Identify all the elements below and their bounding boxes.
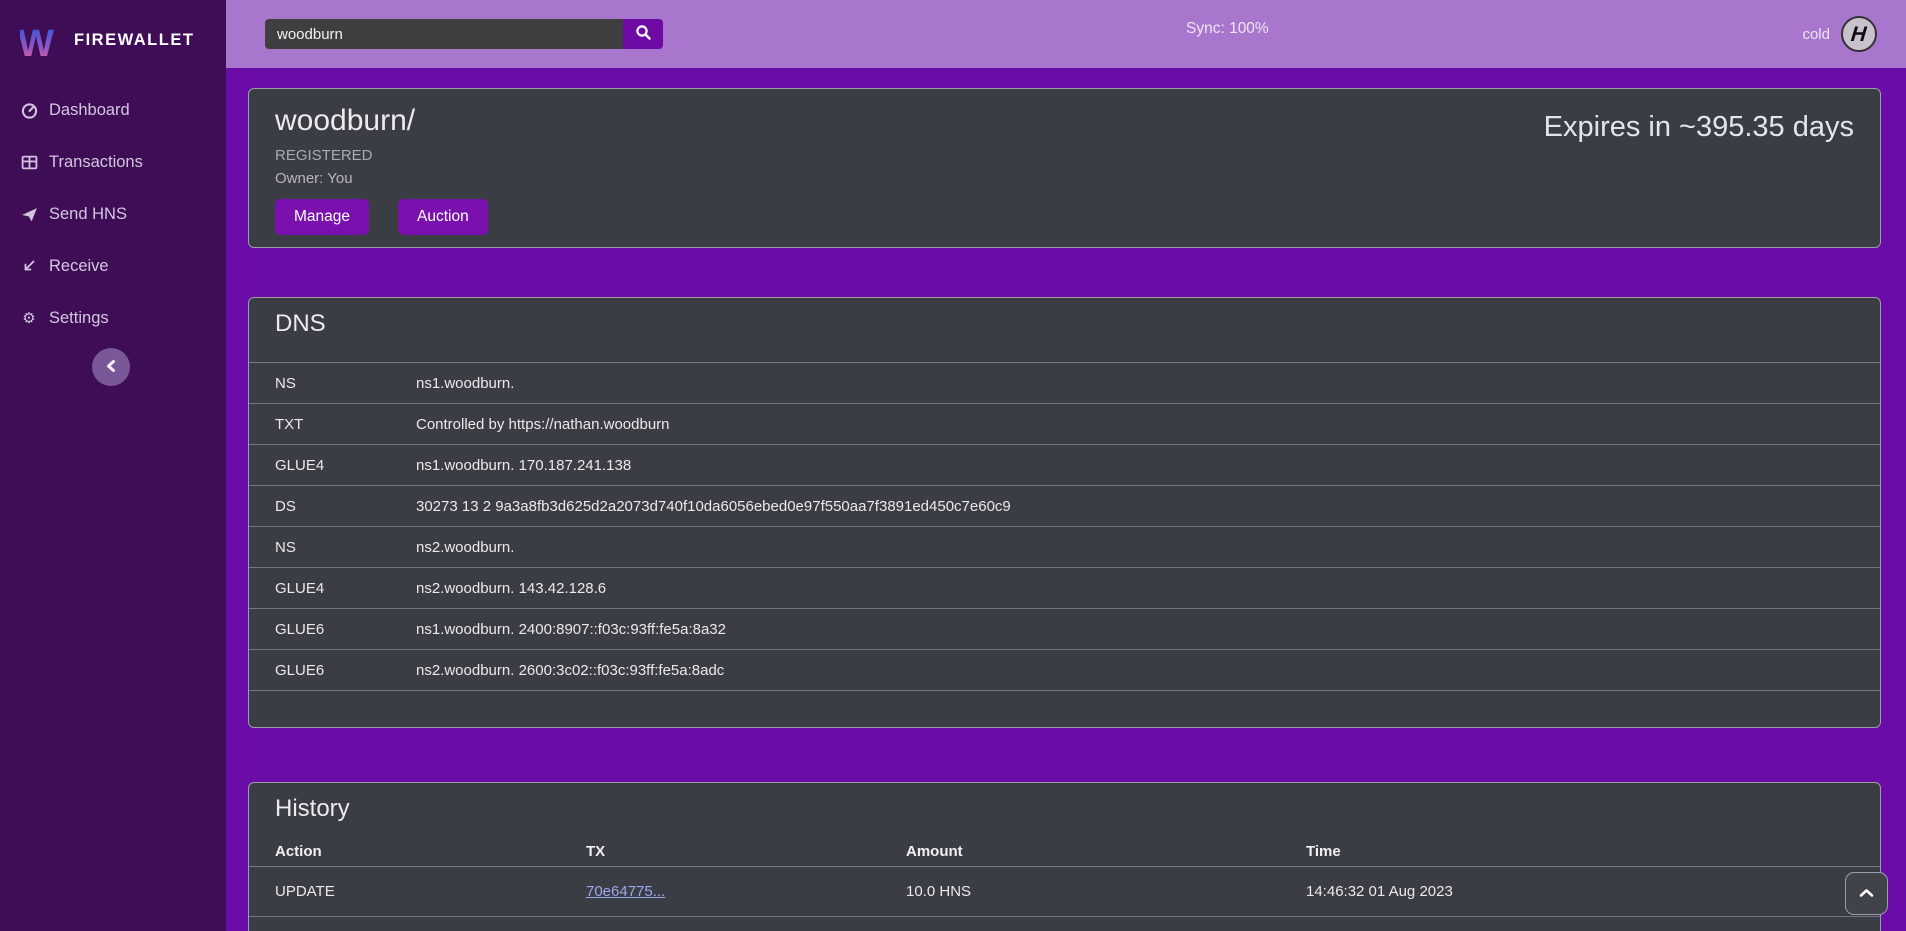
sidebar-collapse-button[interactable] <box>92 348 130 386</box>
gauge-icon <box>20 102 38 119</box>
sidebar-item-label: Transactions <box>49 153 143 172</box>
dns-record-type: NS <box>275 375 416 392</box>
sidebar-item-settings[interactable]: ⚙ Settings <box>0 292 226 344</box>
search-icon <box>635 24 652 44</box>
dns-record-type: TXT <box>275 416 416 433</box>
wallet-area: cold H <box>1802 0 1877 68</box>
dns-record-type: GLUE4 <box>275 580 416 597</box>
dns-record-row: DS 30273 13 2 9a3a8fb3d625d2a2073d740f10… <box>249 486 1880 527</box>
tx-link[interactable]: 70e64775... <box>586 883 665 900</box>
dns-record-value: ns2.woodburn. <box>416 539 1854 556</box>
history-header-row: Action TX Amount Time <box>249 837 1880 867</box>
firewallet-logo-icon: W <box>20 20 60 62</box>
domain-status: REGISTERED <box>275 147 1854 164</box>
manage-button[interactable]: Manage <box>275 199 369 235</box>
dns-record-row: NS ns1.woodburn. <box>249 363 1880 404</box>
column-header-tx: TX <box>586 843 906 860</box>
paper-plane-icon <box>20 206 38 223</box>
dns-record-row: GLUE4 ns2.woodburn. 143.42.128.6 <box>249 568 1880 609</box>
sync-status: Sync: 100% <box>1186 20 1269 38</box>
dns-record-value: ns1.woodburn. 170.187.241.138 <box>416 457 1854 474</box>
history-amount: 10.0 HNS <box>906 883 1306 900</box>
dns-card-title: DNS <box>249 310 1880 338</box>
history-row: UPDATE 70e64775... 10.0 HNS 14:46:32 01 … <box>249 867 1880 917</box>
arrow-down-left-icon <box>20 258 38 274</box>
chevron-up-icon <box>1859 886 1874 901</box>
search-group <box>265 19 663 49</box>
column-header-action: Action <box>275 843 586 860</box>
history-time: 14:46:32 01 Aug 2023 <box>1306 883 1854 900</box>
dns-record-value: 30273 13 2 9a3a8fb3d625d2a2073d740f10da6… <box>416 498 1854 515</box>
main-content: woodburn/ REGISTERED Owner: You Manage A… <box>226 68 1906 931</box>
topbar: Sync: 100% cold H <box>226 0 1906 68</box>
dns-record-type: NS <box>275 539 416 556</box>
dns-record-row: GLUE6 ns2.woodburn. 2600:3c02::f03c:93ff… <box>249 650 1880 691</box>
table-icon <box>20 154 38 171</box>
sidebar-item-transactions[interactable]: Transactions <box>0 136 226 188</box>
dns-record-value: Controlled by https://nathan.woodburn <box>416 416 1854 433</box>
history-action: UPDATE <box>275 883 586 900</box>
history-card: History Action TX Amount Time UPDATE 70e… <box>248 782 1881 931</box>
dns-card: DNS NS ns1.woodburn. TXT Controlled by h… <box>248 297 1881 728</box>
domain-expiry: Expires in ~395.35 days <box>1544 111 1854 144</box>
sidebar-item-label: Dashboard <box>49 101 130 120</box>
column-header-time: Time <box>1306 843 1854 860</box>
sidebar-item-label: Send HNS <box>49 205 127 224</box>
dns-record-row: TXT Controlled by https://nathan.woodbur… <box>249 404 1880 445</box>
history-row: RENEW … 10.0 HNS 15:47:06 07 Feb 2023 <box>249 917 1880 931</box>
sidebar-item-receive[interactable]: Receive <box>0 240 226 292</box>
wallet-name-label: cold <box>1802 26 1830 43</box>
dns-record-type: GLUE4 <box>275 457 416 474</box>
search-input[interactable] <box>265 19 623 49</box>
dns-record-value: ns1.woodburn. <box>416 375 1854 392</box>
handshake-logo-icon[interactable]: H <box>1841 16 1877 52</box>
sidebar: W FIREWALLET Dashboard Transactions <box>0 0 226 931</box>
dns-record-type: GLUE6 <box>275 662 416 679</box>
dns-record-row: GLUE6 ns1.woodburn. 2400:8907::f03c:93ff… <box>249 609 1880 650</box>
sidebar-item-label: Receive <box>49 257 109 276</box>
dns-record-row: GLUE4 ns1.woodburn. 170.187.241.138 <box>249 445 1880 486</box>
gear-icon: ⚙ <box>20 309 38 327</box>
domain-owner: Owner: You <box>275 170 1854 187</box>
history-card-title: History <box>249 795 1880 823</box>
app-title: FIREWALLET <box>74 31 194 50</box>
sidebar-item-send-hns[interactable]: Send HNS <box>0 188 226 240</box>
scroll-top-button[interactable] <box>1845 872 1888 915</box>
sidebar-nav: Dashboard Transactions Send HNS <box>0 84 226 344</box>
dns-record-type: GLUE6 <box>275 621 416 638</box>
sidebar-item-dashboard[interactable]: Dashboard <box>0 84 226 136</box>
search-button[interactable] <box>623 19 663 49</box>
sidebar-item-label: Settings <box>49 309 109 328</box>
dns-record-type: DS <box>275 498 416 515</box>
dns-record-value: ns2.woodburn. 2600:3c02::f03c:93ff:fe5a:… <box>416 662 1854 679</box>
dns-record-value: ns1.woodburn. 2400:8907::f03c:93ff:fe5a:… <box>416 621 1854 638</box>
domain-card: woodburn/ REGISTERED Owner: You Manage A… <box>248 88 1881 248</box>
column-header-amount: Amount <box>906 843 1306 860</box>
chevron-left-icon <box>105 359 117 376</box>
dns-record-value: ns2.woodburn. 143.42.128.6 <box>416 580 1854 597</box>
dns-record-row: NS ns2.woodburn. <box>249 527 1880 568</box>
auction-button[interactable]: Auction <box>398 199 488 235</box>
app-logo[interactable]: W FIREWALLET <box>0 0 226 68</box>
svg-text:W: W <box>20 23 54 62</box>
